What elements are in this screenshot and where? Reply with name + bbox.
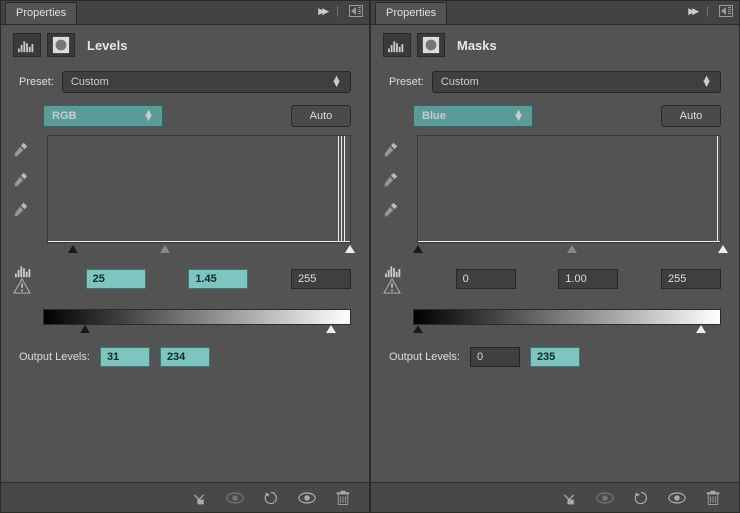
delete-icon[interactable]: [333, 489, 353, 507]
panel-tabbar: Properties ▶▶ |: [1, 1, 369, 25]
shadow-slider[interactable]: [68, 245, 78, 253]
eyedropper-gray-icon[interactable]: [381, 171, 399, 189]
output-white-slider[interactable]: [326, 325, 336, 333]
levels-icon[interactable]: [13, 33, 41, 57]
auto-button[interactable]: Auto: [291, 105, 351, 127]
toggle-visibility-icon[interactable]: [667, 489, 687, 507]
highlight-input[interactable]: 255: [291, 269, 351, 289]
highlight-input[interactable]: 255: [661, 269, 721, 289]
flyout-menu-icon[interactable]: [349, 5, 363, 17]
output-levels-label: Output Levels:: [389, 351, 460, 363]
shadow-input[interactable]: 0: [456, 269, 516, 289]
auto-button[interactable]: Auto: [661, 105, 721, 127]
output-slider-track[interactable]: [413, 325, 721, 335]
midtone-input[interactable]: 1.45: [188, 269, 248, 289]
eyedropper-black-icon[interactable]: [381, 141, 399, 159]
histogram[interactable]: [47, 135, 351, 243]
clip-to-layer-icon[interactable]: [189, 489, 209, 507]
toggle-visibility-icon[interactable]: [297, 489, 317, 507]
dropdown-arrows-icon: ▲▼: [701, 77, 712, 87]
preset-label: Preset:: [19, 76, 54, 88]
panel-footer: [371, 482, 739, 512]
output-high-input[interactable]: 235: [530, 347, 580, 367]
clip-to-layer-icon[interactable]: [559, 489, 579, 507]
output-black-slider[interactable]: [80, 325, 90, 333]
levels-icon[interactable]: [383, 33, 411, 57]
midtone-slider[interactable]: [160, 245, 170, 253]
view-previous-icon[interactable]: [595, 489, 615, 507]
dropdown-arrows-icon: ▲▼: [331, 77, 342, 87]
mask-icon[interactable]: [47, 33, 75, 57]
channel-dropdown[interactable]: RGB ▲▼: [43, 105, 163, 127]
properties-panel: Properties ▶▶ | Levels Preset: Custom ▲▼…: [0, 0, 370, 513]
preset-dropdown[interactable]: Custom ▲▼: [432, 71, 721, 93]
output-high-input[interactable]: 234: [160, 347, 210, 367]
reset-icon[interactable]: [261, 489, 281, 507]
adjustment-title: Masks: [457, 38, 497, 53]
flyout-menu-icon[interactable]: [719, 5, 733, 17]
channel-value: RGB: [52, 110, 76, 122]
preset-label: Preset:: [389, 76, 424, 88]
properties-panel: Properties ▶▶ | Masks Preset: Custom ▲▼ …: [370, 0, 740, 513]
output-low-input[interactable]: 31: [100, 347, 150, 367]
eyedropper-gray-icon[interactable]: [11, 171, 29, 189]
output-white-slider[interactable]: [696, 325, 706, 333]
mask-icon[interactable]: [417, 33, 445, 57]
delete-icon[interactable]: [703, 489, 723, 507]
output-levels-label: Output Levels:: [19, 351, 90, 363]
channel-dropdown[interactable]: Blue ▲▼: [413, 105, 533, 127]
tab-properties[interactable]: Properties: [5, 2, 77, 24]
collapse-icon[interactable]: ▶▶: [688, 6, 696, 17]
eyedropper-black-icon[interactable]: [11, 141, 29, 159]
panel-footer: [1, 482, 369, 512]
dropdown-arrows-icon: ▲▼: [143, 111, 154, 121]
eyedropper-white-icon[interactable]: [381, 201, 399, 219]
preset-value: Custom: [71, 76, 109, 88]
output-gradient: [43, 309, 351, 325]
dropdown-arrows-icon: ▲▼: [513, 111, 524, 121]
eyedropper-white-icon[interactable]: [11, 201, 29, 219]
divider: |: [706, 5, 709, 17]
preset-dropdown[interactable]: Custom ▲▼: [62, 71, 351, 93]
highlight-slider[interactable]: [718, 245, 728, 253]
histogram[interactable]: [417, 135, 721, 243]
channel-value: Blue: [422, 110, 446, 122]
midtone-input[interactable]: 1.00: [558, 269, 618, 289]
input-slider-track[interactable]: [43, 245, 351, 255]
output-black-slider[interactable]: [413, 325, 423, 333]
highlight-slider[interactable]: [345, 245, 355, 253]
shadow-input[interactable]: 25: [86, 269, 146, 289]
view-previous-icon[interactable]: [225, 489, 245, 507]
shadow-slider[interactable]: [413, 245, 423, 253]
output-slider-track[interactable]: [43, 325, 351, 335]
divider: |: [336, 5, 339, 17]
preset-value: Custom: [441, 76, 479, 88]
output-gradient: [413, 309, 721, 325]
output-low-input[interactable]: 0: [470, 347, 520, 367]
midtone-slider[interactable]: [567, 245, 577, 253]
histogram-warn-icon[interactable]: [383, 261, 405, 297]
histogram-warn-icon[interactable]: [13, 261, 35, 297]
input-slider-track[interactable]: [413, 245, 721, 255]
adjustment-title: Levels: [87, 38, 127, 53]
collapse-icon[interactable]: ▶▶: [318, 6, 326, 17]
panel-tabbar: Properties ▶▶ |: [371, 1, 739, 25]
tab-properties[interactable]: Properties: [375, 2, 447, 24]
reset-icon[interactable]: [631, 489, 651, 507]
